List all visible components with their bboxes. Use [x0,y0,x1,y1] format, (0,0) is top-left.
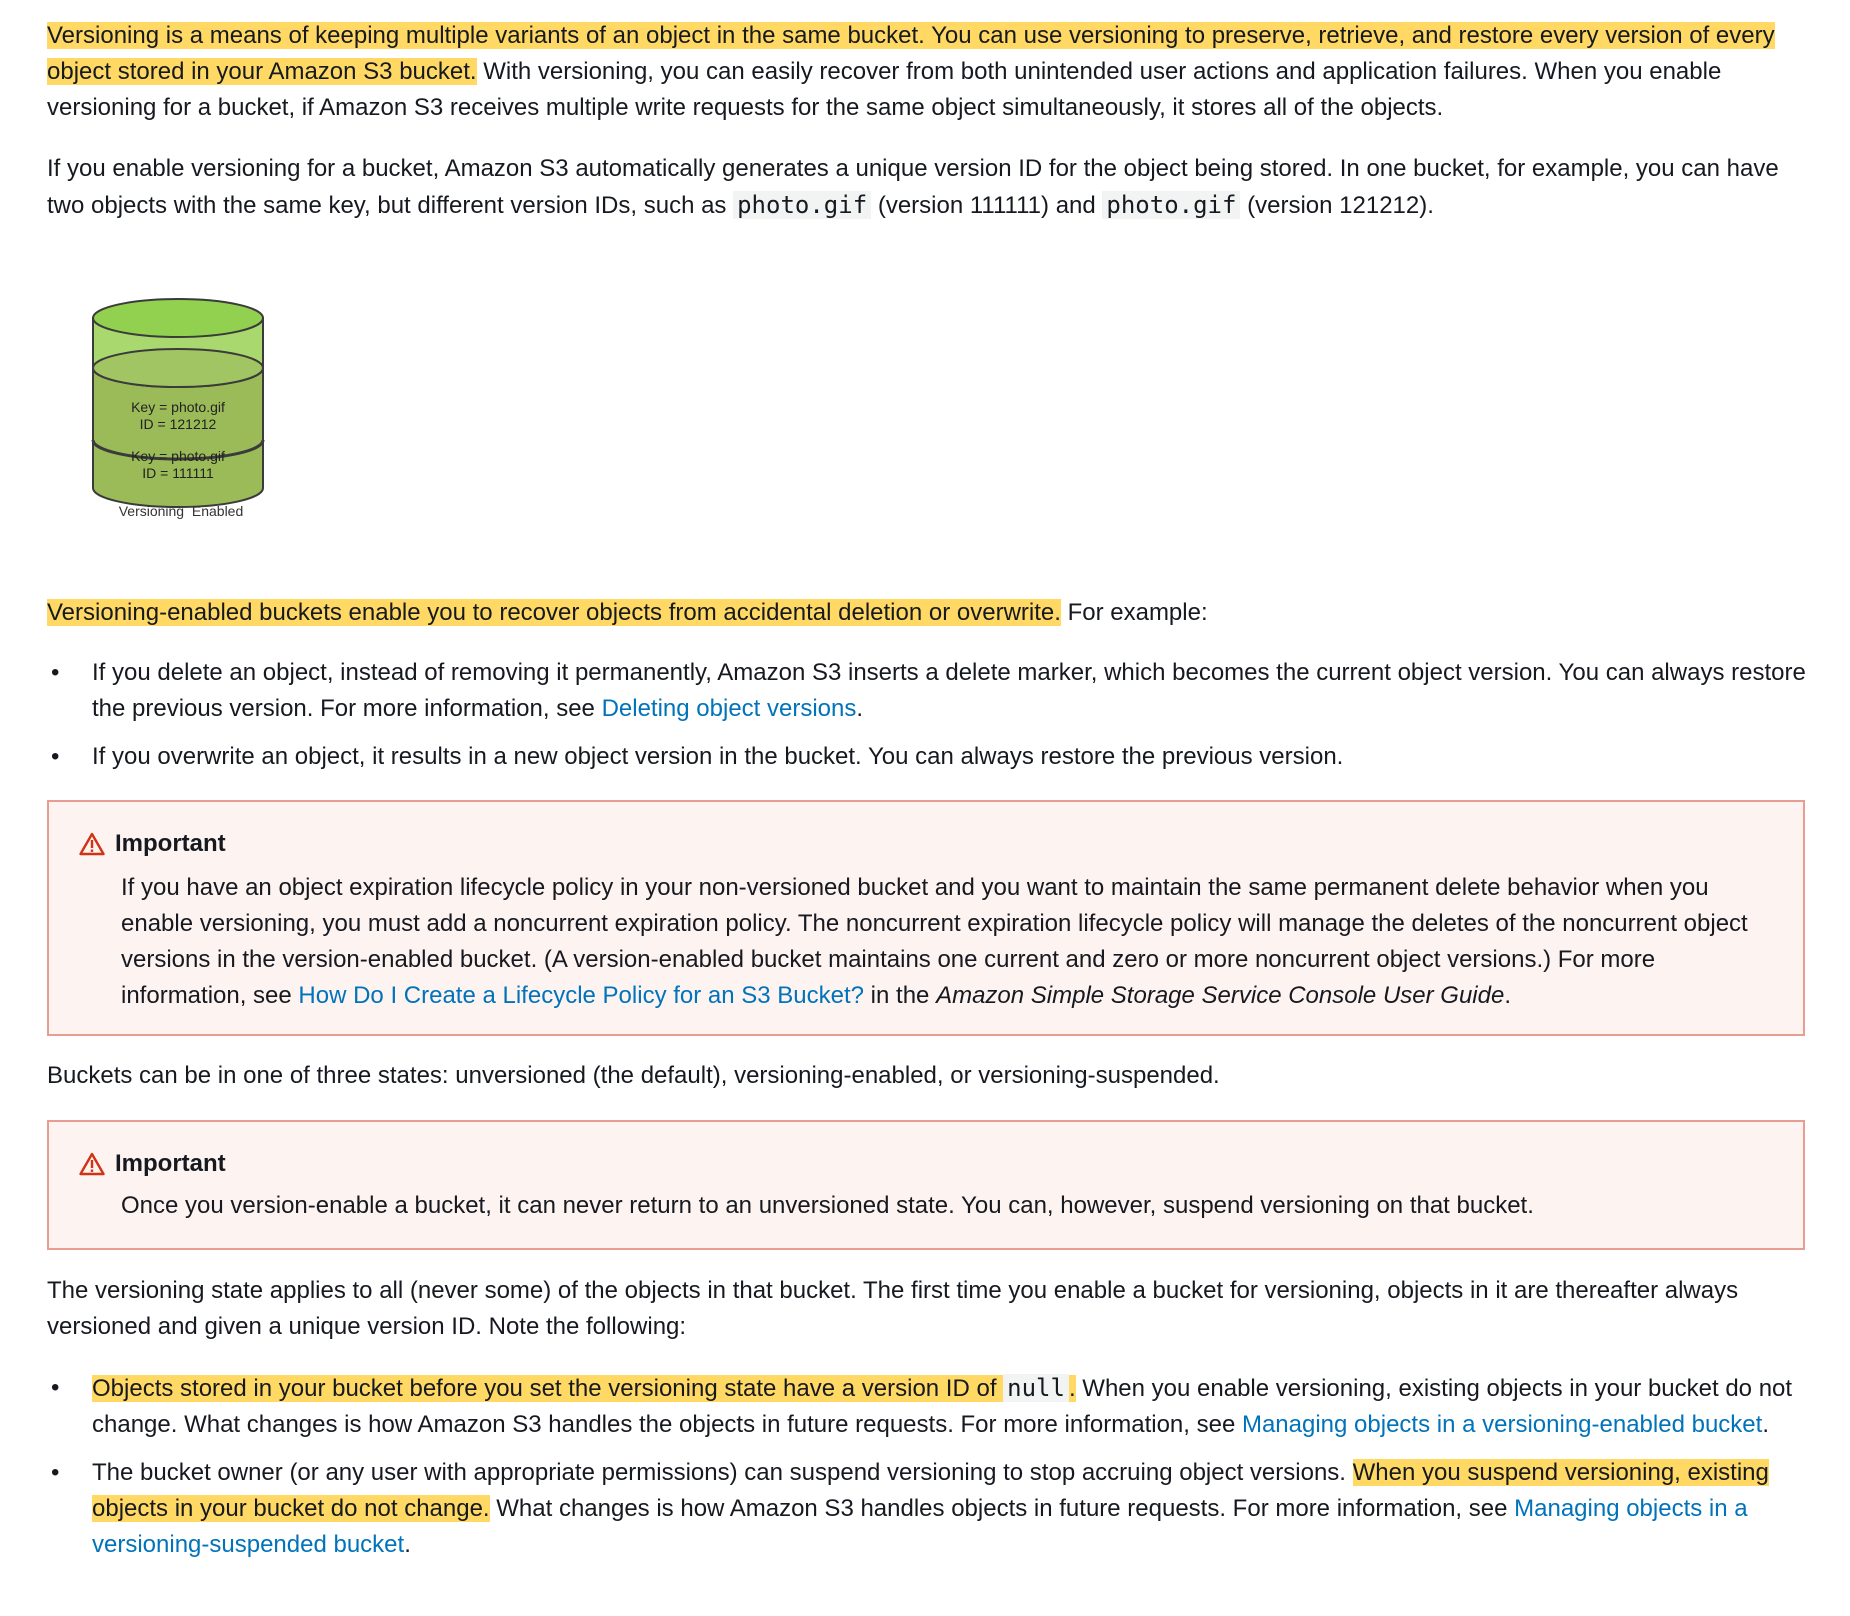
figure-caption: Versioning Enabled [119,503,244,519]
list-item-text: What changes is how Amazon S3 handles ob… [489,1495,1515,1522]
bullet: • [51,1374,60,1401]
version-key-label: Key = photo.gif [131,399,225,415]
bucket-cylinder-icon: Key = photo.gif ID = 121212 Key = photo.… [91,298,265,519]
intro-paragraph: Versioning is a means of keeping multipl… [47,18,1817,126]
version-id-paragraph: If you enable versioning for a bucket, A… [47,151,1817,224]
list-item: • If you delete an object, instead of rem… [47,655,1817,727]
bullet: • [51,743,60,770]
version-key-label: Key = photo.gif [131,448,225,464]
alert-body: If you have an object expiration lifecyc… [121,870,1761,1014]
highlighted-text: Objects stored in your bucket before you… [92,1374,1076,1402]
highlighted-text-part: Objects stored in your bucket before you… [92,1375,1004,1402]
guide-title: Amazon Simple Storage Service Console Us… [936,982,1505,1009]
notes-list: • Objects stored in your bucket before yo… [47,1370,1817,1575]
recovery-list: • If you delete an object, instead of rem… [47,655,1817,787]
highlighted-text-part: . [1068,1375,1076,1402]
highlighted-text: Versioning-enabled buckets enable you to… [47,599,1061,626]
inline-code: photo.gif [733,191,872,219]
alert-header: Important [79,826,226,862]
recovery-paragraph: Versioning-enabled buckets enable you to… [47,595,1817,631]
bucket-states-paragraph: Buckets can be in one of three states: u… [47,1062,1220,1089]
bullet: • [51,1459,60,1486]
list-item-text: . [1762,1411,1769,1438]
list-item: • The bucket owner (or any user with appr… [47,1455,1817,1563]
list-item-text: If you delete an object, instead of remo… [92,659,1806,722]
warning-triangle-icon [79,1152,105,1176]
list-item-text: The bucket owner (or any user with appro… [92,1459,1353,1486]
important-alert: Important If you have an object expirati… [47,800,1805,1036]
list-item: • If you overwrite an object, it results … [47,739,1817,775]
alert-body: Once you version-enable a bucket, it can… [121,1192,1534,1219]
paragraph-text: (version 111111) and [871,192,1103,219]
list-item-text: . [856,695,864,722]
list-item-text: If you overwrite an object, it results i… [92,743,1344,770]
document-page: Versioning is a means of keeping multipl… [0,0,1850,1616]
alert-title: Important [115,1150,226,1177]
list-item-text: . [404,1531,411,1558]
version-id-label: ID = 111111 [142,465,214,481]
inline-code: null [1003,1374,1069,1402]
paragraph-text: For example: [1060,599,1208,626]
paragraph-text: (version 121212). [1240,192,1434,219]
alert-text: . [1504,982,1511,1009]
list-item: • Objects stored in your bucket before yo… [47,1370,1817,1443]
versioning-state-paragraph: The versioning state applies to all (nev… [47,1277,1739,1340]
alert-title: Important [115,830,226,857]
alert-header: Important [79,1146,226,1182]
warning-triangle-icon [79,832,105,856]
version-id-label: ID = 121212 [140,416,217,432]
versioning-enabled-bucket-link[interactable]: Managing objects in a versioning-enabled… [1242,1411,1762,1438]
versioning-diagram: Key = photo.gif ID = 121212 Key = photo.… [86,298,276,523]
bullet: • [51,659,60,686]
important-alert: Important Once you version-enable a buck… [47,1120,1805,1250]
lifecycle-policy-link[interactable]: How Do I Create a Lifecycle Policy for a… [298,982,864,1009]
inline-code: photo.gif [1102,191,1241,219]
deleting-object-versions-link[interactable]: Deleting object versions [602,695,857,722]
alert-text: in the [864,982,937,1009]
